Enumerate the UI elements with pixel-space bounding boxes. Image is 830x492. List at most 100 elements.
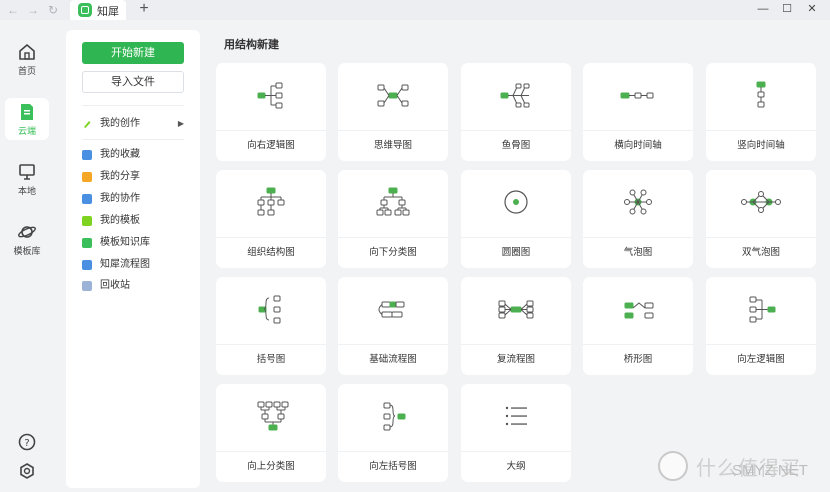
title-bar: ← → ↻ 知犀 + — ☐ ✕ — [0, 0, 830, 20]
rail-item-local[interactable]: 本地 — [5, 158, 49, 200]
fishbone-icon — [461, 63, 571, 129]
template-card[interactable]: 鱼骨图 — [461, 63, 571, 161]
rail-item-home[interactable]: 首页 — [5, 38, 49, 80]
menu-item[interactable]: 我的分享 — [82, 169, 192, 185]
card-divider — [461, 237, 571, 238]
forward-icon[interactable]: → — [25, 2, 41, 18]
horizontal-timeline-icon — [583, 63, 693, 129]
rail-item-templates[interactable]: 模板库 — [5, 218, 49, 260]
card-divider — [216, 237, 326, 238]
refresh-icon[interactable]: ↻ — [45, 2, 61, 18]
template-card[interactable]: 复流程图 — [461, 277, 571, 375]
menu-item[interactable]: 我的收藏 — [82, 147, 192, 163]
menu-label: 我的模板 — [100, 215, 140, 226]
card-divider — [338, 451, 448, 452]
planet-icon — [18, 226, 36, 238]
card-divider — [583, 344, 693, 345]
left-brace-icon — [338, 384, 448, 450]
template-card[interactable]: 括号图 — [216, 277, 326, 375]
card-divider — [706, 344, 816, 345]
new-button[interactable]: 开始新建 — [82, 42, 184, 64]
circle-map-icon — [461, 170, 571, 236]
menu-icon — [82, 150, 92, 160]
template-card[interactable]: 横向时间轴 — [583, 63, 693, 161]
card-label: 向下分类图 — [369, 247, 417, 258]
template-card[interactable]: 向上分类图 — [216, 384, 326, 482]
menu-label: 我的分享 — [100, 171, 140, 182]
card-label: 竖向时间轴 — [737, 140, 785, 151]
mind-map-icon — [338, 63, 448, 129]
rail-item-cloud[interactable]: 云端 — [5, 98, 49, 140]
watermark-sub: SMYZ.NET — [732, 462, 808, 479]
template-card[interactable]: 气泡图 — [583, 170, 693, 268]
menu-item[interactable]: 我的模板 — [82, 213, 192, 229]
card-divider — [338, 344, 448, 345]
card-label: 复流程图 — [496, 354, 535, 365]
template-card[interactable]: 桥形图 — [583, 277, 693, 375]
watermark-logo — [658, 451, 688, 481]
card-divider — [583, 237, 693, 238]
template-card[interactable]: 圆圈图 — [461, 170, 571, 268]
bridge-map-icon — [583, 277, 693, 343]
template-card[interactable]: 向右逻辑图 — [216, 63, 326, 161]
card-divider — [216, 451, 326, 452]
add-tab-button[interactable]: + — [136, 0, 152, 20]
card-label: 向上分类图 — [247, 461, 295, 472]
card-label: 组织结构图 — [247, 247, 295, 258]
menu-icon — [82, 216, 92, 226]
template-card[interactable]: 向下分类图 — [338, 170, 448, 268]
card-label: 圆圈图 — [501, 247, 531, 258]
import-button[interactable]: 导入文件 — [82, 71, 184, 93]
svg-text:?: ? — [24, 438, 29, 449]
outline-icon — [461, 384, 571, 450]
card-label: 基础流程图 — [369, 354, 417, 365]
up-tree-icon — [216, 384, 326, 450]
pencil-icon — [84, 121, 91, 128]
down-tree-icon — [338, 170, 448, 236]
vertical-timeline-icon — [706, 63, 816, 129]
left-rail: 首页 云端 本地 模板库 ? — [0, 20, 55, 492]
template-card[interactable]: 竖向时间轴 — [706, 63, 816, 161]
template-card[interactable]: 组织结构图 — [216, 170, 326, 268]
menu-label-my-creations: 我的创作 — [100, 118, 140, 129]
divider — [82, 105, 184, 106]
card-label: 思维导图 — [373, 140, 412, 151]
page-title: 用结构新建 — [224, 39, 279, 51]
bubble-map-icon — [583, 170, 693, 236]
menu-item[interactable]: 知犀流程图 — [82, 257, 192, 273]
template-card[interactable]: 思维导图 — [338, 63, 448, 161]
card-label: 双气泡图 — [741, 247, 780, 258]
close-button[interactable]: ✕ — [801, 0, 823, 20]
menu-label: 我的收藏 — [100, 149, 140, 160]
maximize-button[interactable]: ☐ — [776, 0, 798, 20]
minimize-button[interactable]: — — [752, 0, 774, 20]
rail-label-cloud: 云端 — [17, 126, 36, 136]
menu-item[interactable]: 我的协作 — [82, 191, 192, 207]
menu-label: 模板知识库 — [100, 237, 150, 248]
chevron-right-icon: ▶ — [177, 119, 184, 128]
card-label: 大纲 — [506, 461, 526, 472]
settings-icon[interactable] — [17, 461, 37, 481]
template-card[interactable]: 双气泡图 — [706, 170, 816, 268]
brace-map-icon — [216, 277, 326, 343]
template-card[interactable]: 基础流程图 — [338, 277, 448, 375]
template-card[interactable]: 大纲 — [461, 384, 571, 482]
help-icon[interactable]: ? — [17, 432, 37, 452]
double-bubble-icon — [706, 170, 816, 236]
card-divider — [338, 237, 448, 238]
basic-flow-icon — [338, 277, 448, 343]
watermark: 什么值得买 SMYZ.NET — [654, 448, 830, 488]
rail-label-home: 首页 — [17, 66, 36, 76]
menu-icon — [82, 238, 92, 248]
menu-item[interactable]: 回收站 — [82, 278, 192, 294]
menu-icon — [82, 260, 92, 270]
app-tab[interactable]: 知犀 — [70, 0, 126, 20]
template-card[interactable]: 向左括号图 — [338, 384, 448, 482]
menu-icon — [82, 172, 92, 182]
menu-item-my-creations[interactable]: 我的创作 ▶ — [82, 116, 192, 132]
menu-item[interactable]: 模板知识库 — [82, 235, 192, 251]
menu-label: 我的协作 — [100, 193, 140, 204]
back-icon[interactable]: ← — [5, 2, 21, 18]
menu-icon — [82, 281, 92, 291]
template-card[interactable]: 向左逻辑图 — [706, 277, 816, 375]
